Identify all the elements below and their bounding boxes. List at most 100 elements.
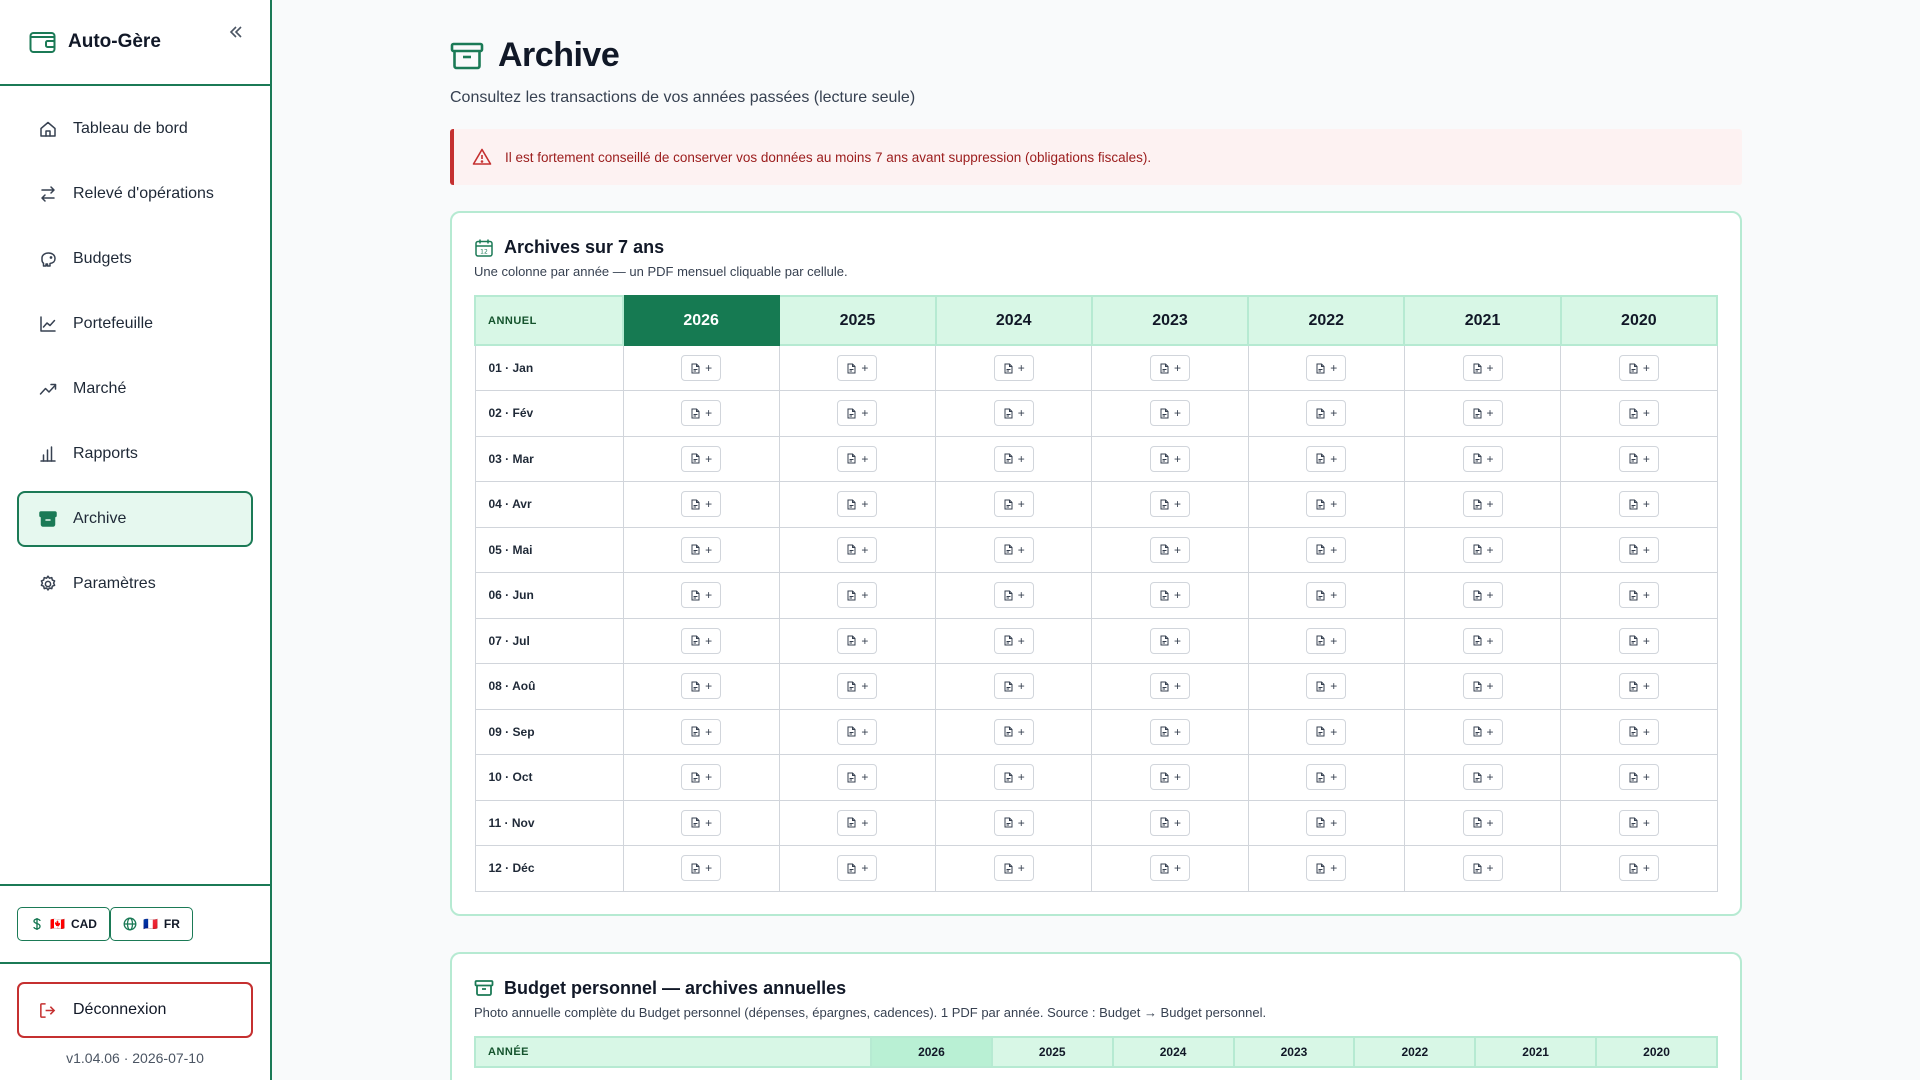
- monthly-pdf-button[interactable]: +: [1618, 764, 1659, 791]
- monthly-pdf-button[interactable]: +: [1618, 673, 1659, 700]
- currency-selector[interactable]: 🇨🇦 CAD: [17, 907, 110, 941]
- monthly-pdf-button[interactable]: +: [993, 718, 1034, 745]
- monthly-pdf-button[interactable]: +: [681, 627, 722, 654]
- sidebar-item-budgets[interactable]: Budgets: [17, 231, 253, 287]
- monthly-pdf-button[interactable]: +: [681, 400, 722, 427]
- monthly-pdf-button[interactable]: +: [681, 718, 722, 745]
- monthly-pdf-button[interactable]: +: [1149, 355, 1190, 381]
- monthly-pdf-button[interactable]: +: [1306, 355, 1347, 381]
- sidebar-item-portefeuille[interactable]: Portefeuille: [17, 296, 253, 352]
- monthly-pdf-button[interactable]: +: [1618, 582, 1659, 609]
- monthly-pdf-button[interactable]: +: [993, 491, 1034, 518]
- monthly-pdf-button[interactable]: +: [1306, 582, 1347, 609]
- monthly-pdf-button[interactable]: +: [681, 582, 722, 609]
- monthly-pdf-button[interactable]: +: [993, 355, 1034, 381]
- monthly-pdf-button[interactable]: +: [1306, 445, 1347, 472]
- monthly-pdf-button[interactable]: +: [993, 764, 1034, 791]
- monthly-pdf-button[interactable]: +: [1149, 809, 1190, 836]
- monthly-pdf-button[interactable]: +: [1462, 764, 1503, 791]
- monthly-pdf-button[interactable]: +: [837, 673, 878, 700]
- monthly-pdf-button[interactable]: +: [837, 855, 878, 882]
- monthly-pdf-button[interactable]: +: [837, 536, 878, 563]
- monthly-pdf-button[interactable]: +: [1462, 582, 1503, 609]
- monthly-pdf-button[interactable]: +: [837, 491, 878, 518]
- monthly-pdf-button[interactable]: +: [1306, 673, 1347, 700]
- monthly-pdf-button[interactable]: +: [1618, 355, 1659, 381]
- monthly-pdf-button[interactable]: +: [681, 445, 722, 472]
- monthly-pdf-button[interactable]: +: [1149, 673, 1190, 700]
- monthly-pdf-button[interactable]: +: [1462, 627, 1503, 654]
- monthly-pdf-button[interactable]: +: [1306, 536, 1347, 563]
- monthly-pdf-button[interactable]: +: [837, 445, 878, 472]
- monthly-pdf-button[interactable]: +: [1306, 400, 1347, 427]
- monthly-pdf-button[interactable]: +: [1149, 718, 1190, 745]
- monthly-pdf-button[interactable]: +: [993, 855, 1034, 882]
- plus-label: +: [861, 679, 869, 694]
- monthly-pdf-button[interactable]: +: [993, 445, 1034, 472]
- plus-label: +: [1642, 861, 1650, 876]
- monthly-pdf-button[interactable]: +: [1306, 855, 1347, 882]
- monthly-pdf-button[interactable]: +: [993, 582, 1034, 609]
- monthly-pdf-button[interactable]: +: [1462, 400, 1503, 427]
- monthly-pdf-button[interactable]: +: [1618, 627, 1659, 654]
- monthly-pdf-button[interactable]: +: [993, 536, 1034, 563]
- sidebar-item-rapports[interactable]: Rapports: [17, 426, 253, 482]
- monthly-pdf-button[interactable]: +: [1306, 491, 1347, 518]
- monthly-pdf-button[interactable]: +: [1149, 582, 1190, 609]
- monthly-pdf-button[interactable]: +: [1618, 536, 1659, 563]
- monthly-pdf-button[interactable]: +: [837, 809, 878, 836]
- monthly-pdf-button[interactable]: +: [1462, 809, 1503, 836]
- sidebar-item-archive[interactable]: Archive: [17, 491, 253, 547]
- monthly-pdf-button[interactable]: +: [1149, 627, 1190, 654]
- monthly-pdf-button[interactable]: +: [837, 355, 878, 381]
- logout-button[interactable]: Déconnexion: [17, 982, 253, 1038]
- monthly-pdf-button[interactable]: +: [1306, 627, 1347, 654]
- monthly-pdf-button[interactable]: +: [681, 764, 722, 791]
- monthly-pdf-button[interactable]: +: [837, 764, 878, 791]
- monthly-pdf-button[interactable]: +: [1618, 400, 1659, 427]
- monthly-pdf-button[interactable]: +: [681, 855, 722, 882]
- monthly-pdf-button[interactable]: +: [993, 809, 1034, 836]
- monthly-pdf-button[interactable]: +: [1618, 445, 1659, 472]
- monthly-pdf-button[interactable]: +: [837, 718, 878, 745]
- monthly-pdf-button[interactable]: +: [1618, 718, 1659, 745]
- monthly-pdf-button[interactable]: +: [1306, 718, 1347, 745]
- sidebar: Auto-Gère Tableau de bord Relevé d'opérat…: [0, 0, 272, 1080]
- monthly-pdf-button[interactable]: +: [1149, 536, 1190, 563]
- monthly-pdf-button[interactable]: +: [681, 536, 722, 563]
- monthly-pdf-button[interactable]: +: [1149, 400, 1190, 427]
- monthly-pdf-button[interactable]: +: [837, 400, 878, 427]
- monthly-pdf-button[interactable]: +: [681, 355, 722, 381]
- monthly-pdf-button[interactable]: +: [681, 673, 722, 700]
- monthly-pdf-button[interactable]: +: [1149, 764, 1190, 791]
- monthly-pdf-button[interactable]: +: [1149, 491, 1190, 518]
- monthly-pdf-button[interactable]: +: [993, 673, 1034, 700]
- sidebar-item-releve-d-operations[interactable]: Relevé d'opérations: [17, 166, 253, 222]
- monthly-pdf-button[interactable]: +: [993, 627, 1034, 654]
- monthly-pdf-button[interactable]: +: [681, 491, 722, 518]
- monthly-pdf-button[interactable]: +: [1462, 718, 1503, 745]
- monthly-pdf-button[interactable]: +: [1462, 536, 1503, 563]
- plus-label: +: [1642, 588, 1650, 603]
- monthly-pdf-button[interactable]: +: [681, 809, 722, 836]
- monthly-pdf-button[interactable]: +: [837, 627, 878, 654]
- sidebar-item-tableau-de-bord[interactable]: Tableau de bord: [17, 101, 253, 157]
- monthly-pdf-button[interactable]: +: [1462, 673, 1503, 700]
- language-selector[interactable]: 🇫🇷 FR: [109, 907, 193, 941]
- monthly-pdf-button[interactable]: +: [1462, 355, 1503, 381]
- monthly-pdf-button[interactable]: +: [1618, 855, 1659, 882]
- monthly-pdf-button[interactable]: +: [837, 582, 878, 609]
- sidebar-item-marche[interactable]: Marché: [17, 361, 253, 417]
- monthly-pdf-button[interactable]: +: [1306, 809, 1347, 836]
- monthly-pdf-button[interactable]: +: [1462, 491, 1503, 518]
- monthly-pdf-button[interactable]: +: [1462, 855, 1503, 882]
- sidebar-item-parametres[interactable]: Paramètres: [17, 556, 253, 612]
- monthly-pdf-button[interactable]: +: [993, 400, 1034, 427]
- monthly-pdf-button[interactable]: +: [1618, 491, 1659, 518]
- monthly-pdf-button[interactable]: +: [1149, 855, 1190, 882]
- collapse-sidebar-button[interactable]: [224, 20, 248, 44]
- monthly-pdf-button[interactable]: +: [1149, 445, 1190, 472]
- monthly-pdf-button[interactable]: +: [1306, 764, 1347, 791]
- monthly-pdf-button[interactable]: +: [1462, 445, 1503, 472]
- monthly-pdf-button[interactable]: +: [1618, 809, 1659, 836]
